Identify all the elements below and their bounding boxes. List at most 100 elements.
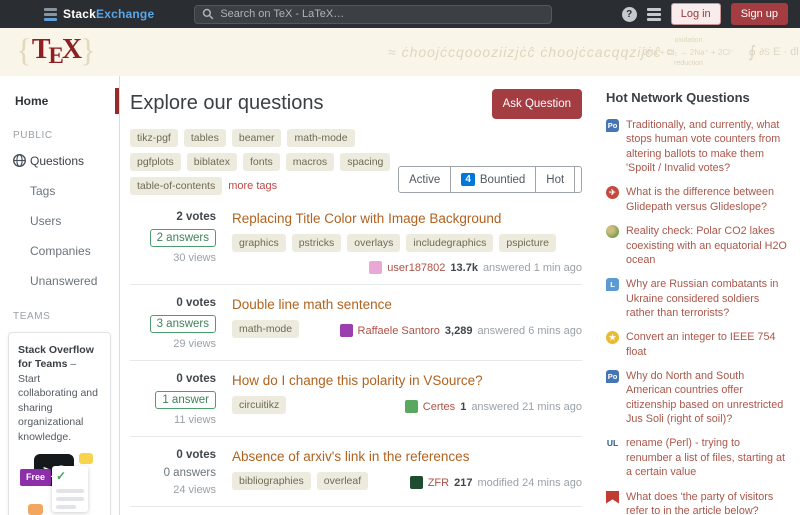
hot-question-link[interactable]: Why do North and South American countrie…: [626, 369, 788, 426]
user-link[interactable]: Raffaele Santoro: [358, 325, 440, 337]
tag-pill[interactable]: overlays: [347, 234, 400, 252]
tag-pill[interactable]: includegraphics: [406, 234, 493, 252]
tag-pill[interactable]: pstricks: [292, 234, 342, 252]
tag-filter[interactable]: beamer: [232, 129, 282, 147]
tag-filter[interactable]: spacing: [340, 153, 390, 171]
filter-tab-hot[interactable]: Hot: [535, 167, 574, 192]
avatar: [410, 476, 423, 489]
hot-question: Po Why do North and South American count…: [606, 369, 788, 426]
sidebar-item-companies[interactable]: Companies: [0, 236, 119, 266]
hot-question-link[interactable]: Traditionally, and currently, what stops…: [626, 118, 788, 175]
codegolf-icon: ★: [606, 331, 619, 344]
site-switcher-icon[interactable]: [647, 8, 661, 21]
hot-question-link[interactable]: Reality check: Polar CO2 lakes coexistin…: [626, 224, 788, 267]
search-icon: [202, 8, 214, 20]
tag-filter[interactable]: table-of-contents: [130, 177, 222, 195]
avatar: [340, 324, 353, 337]
filter-tab-bountied[interactable]: 4 Bountied: [450, 167, 535, 192]
teams-title: Stack Overflow for Teams: [18, 344, 94, 370]
hot-question-link[interactable]: Convert an integer to IEEE 754 float: [626, 330, 788, 359]
hot-question-link[interactable]: What does 'the party of visitors refer t…: [626, 490, 788, 515]
filter-tab-active[interactable]: Active: [399, 167, 450, 192]
view-count: 24 views: [130, 484, 216, 496]
user-reputation: 3,289: [445, 325, 473, 337]
bookmark-icon: [606, 491, 619, 504]
tag-filter[interactable]: fonts: [243, 153, 280, 171]
sidebar-section-teams: TEAMS: [0, 296, 119, 327]
header-watermark-script: ≈ ċhoojċcqoooziizjċĉ ċhoojċcacqqzijċĉ ≈: [388, 44, 675, 60]
user-reputation: 13.7k: [450, 262, 478, 274]
sidebar-item-tags[interactable]: Tags: [0, 176, 119, 206]
stackexchange-logo-text: StackExchange: [63, 7, 154, 21]
hot-question: Po Traditionally, and currently, what st…: [606, 118, 788, 175]
more-tags-link[interactable]: more tags: [228, 180, 277, 192]
question-title-link[interactable]: Replacing Title Color with Image Backgro…: [232, 211, 582, 226]
question-activity-time: answered 6 mins ago: [477, 325, 582, 337]
sidebar-item-users[interactable]: Users: [0, 206, 119, 236]
question-attribution: user187802 13.7k answered 1 min ago: [369, 258, 582, 274]
sidebar-item-unanswered[interactable]: Unanswered: [0, 266, 119, 296]
signup-button[interactable]: Sign up: [731, 3, 788, 25]
tex-site-logo[interactable]: {TEX}: [16, 33, 96, 70]
view-count: 29 views: [130, 338, 216, 350]
teams-promo-text: Stack Overflow for Teams – Start collabo…: [18, 343, 101, 444]
hot-question-link[interactable]: What is the difference between Glidepath…: [626, 185, 788, 214]
answer-count: 3 answers: [150, 315, 216, 333]
sidebar-item-questions[interactable]: Questions: [0, 146, 119, 176]
tag-filter[interactable]: tikz-pgf: [130, 129, 178, 147]
question-filter-tabs: Active 4Bountied Hot Week Month: [398, 166, 582, 193]
tag-pill[interactable]: graphics: [232, 234, 286, 252]
hot-question-link[interactable]: rename (Perl) - trying to renumber a lis…: [626, 436, 788, 479]
question-title-link[interactable]: Absence of arxiv's link in the reference…: [232, 449, 582, 464]
question-row: 3 votes 2 answers 39 views Ignore spaces…: [130, 507, 582, 515]
question-title-link[interactable]: Double line math sentence: [232, 297, 582, 312]
answer-count: 2 answers: [150, 229, 216, 247]
tag-pill[interactable]: overleaf: [317, 472, 368, 490]
hot-question-link[interactable]: Why are Russian combatants in Ukraine co…: [626, 277, 788, 320]
tag-filter[interactable]: math-mode: [287, 129, 354, 147]
ask-question-button[interactable]: Ask Question: [492, 89, 582, 119]
tag-filter[interactable]: biblatex: [187, 153, 237, 171]
bounty-count-badge: 4: [461, 173, 475, 186]
hot-question: UL rename (Perl) - trying to renumber a …: [606, 436, 788, 479]
stackexchange-logo[interactable]: StackExchange: [44, 7, 154, 21]
green-check-icon: ✓: [56, 469, 66, 483]
globe-icon: [12, 153, 27, 168]
question-row: 0 votes 3 answers 29 views Double line m…: [130, 285, 582, 361]
politics-icon: Po: [606, 119, 619, 132]
yellow-chat-bubble-icon: [79, 453, 93, 464]
tag-pill[interactable]: math-mode: [232, 320, 299, 338]
search-input[interactable]: [220, 8, 544, 20]
view-count: 30 views: [130, 252, 216, 264]
user-link[interactable]: Certes: [423, 401, 455, 413]
question-row: 2 votes 2 answers 30 views Replacing Tit…: [130, 199, 582, 285]
filter-bar: tikz-pgf tables beamer math-mode pgfplot…: [130, 129, 582, 195]
tag-filter[interactable]: macros: [286, 153, 334, 171]
question-stats: 0 votes 3 answers 29 views: [130, 297, 216, 350]
filter-tab-week[interactable]: Week: [574, 167, 582, 192]
tag-pill[interactable]: pspicture: [499, 234, 556, 252]
logo-letter-x: X: [62, 34, 80, 65]
tag-filter[interactable]: tables: [184, 129, 226, 147]
home-label: Home: [15, 94, 48, 108]
user-link[interactable]: user187802: [387, 262, 445, 274]
tag-pill[interactable]: circuitikz: [232, 396, 286, 414]
help-icon[interactable]: ?: [622, 7, 637, 22]
vote-count: 0 votes: [130, 297, 216, 309]
bountied-label: Bountied: [480, 174, 525, 186]
tag-filter[interactable]: pgfplots: [130, 153, 181, 171]
answer-count: 1 answer: [155, 391, 216, 409]
search-box[interactable]: [194, 5, 552, 24]
sidebar-item-home[interactable]: Home: [0, 87, 119, 115]
aviation-icon: ✈: [606, 186, 619, 199]
question-title-link[interactable]: How do I change this polarity in VSource…: [232, 373, 582, 388]
login-button[interactable]: Log in: [671, 3, 721, 25]
vote-count: 0 votes: [130, 449, 216, 461]
tag-pill[interactable]: bibliographies: [232, 472, 311, 490]
logo-exchange-text: Exchange: [96, 7, 154, 21]
orange-chat-bubble-icon: [28, 504, 43, 515]
logo-letter-t: T: [32, 34, 49, 65]
user-link[interactable]: ZFR: [428, 477, 449, 489]
question-stats: 0 votes 1 answer 11 views: [130, 373, 216, 426]
user-reputation: 1: [460, 401, 466, 413]
